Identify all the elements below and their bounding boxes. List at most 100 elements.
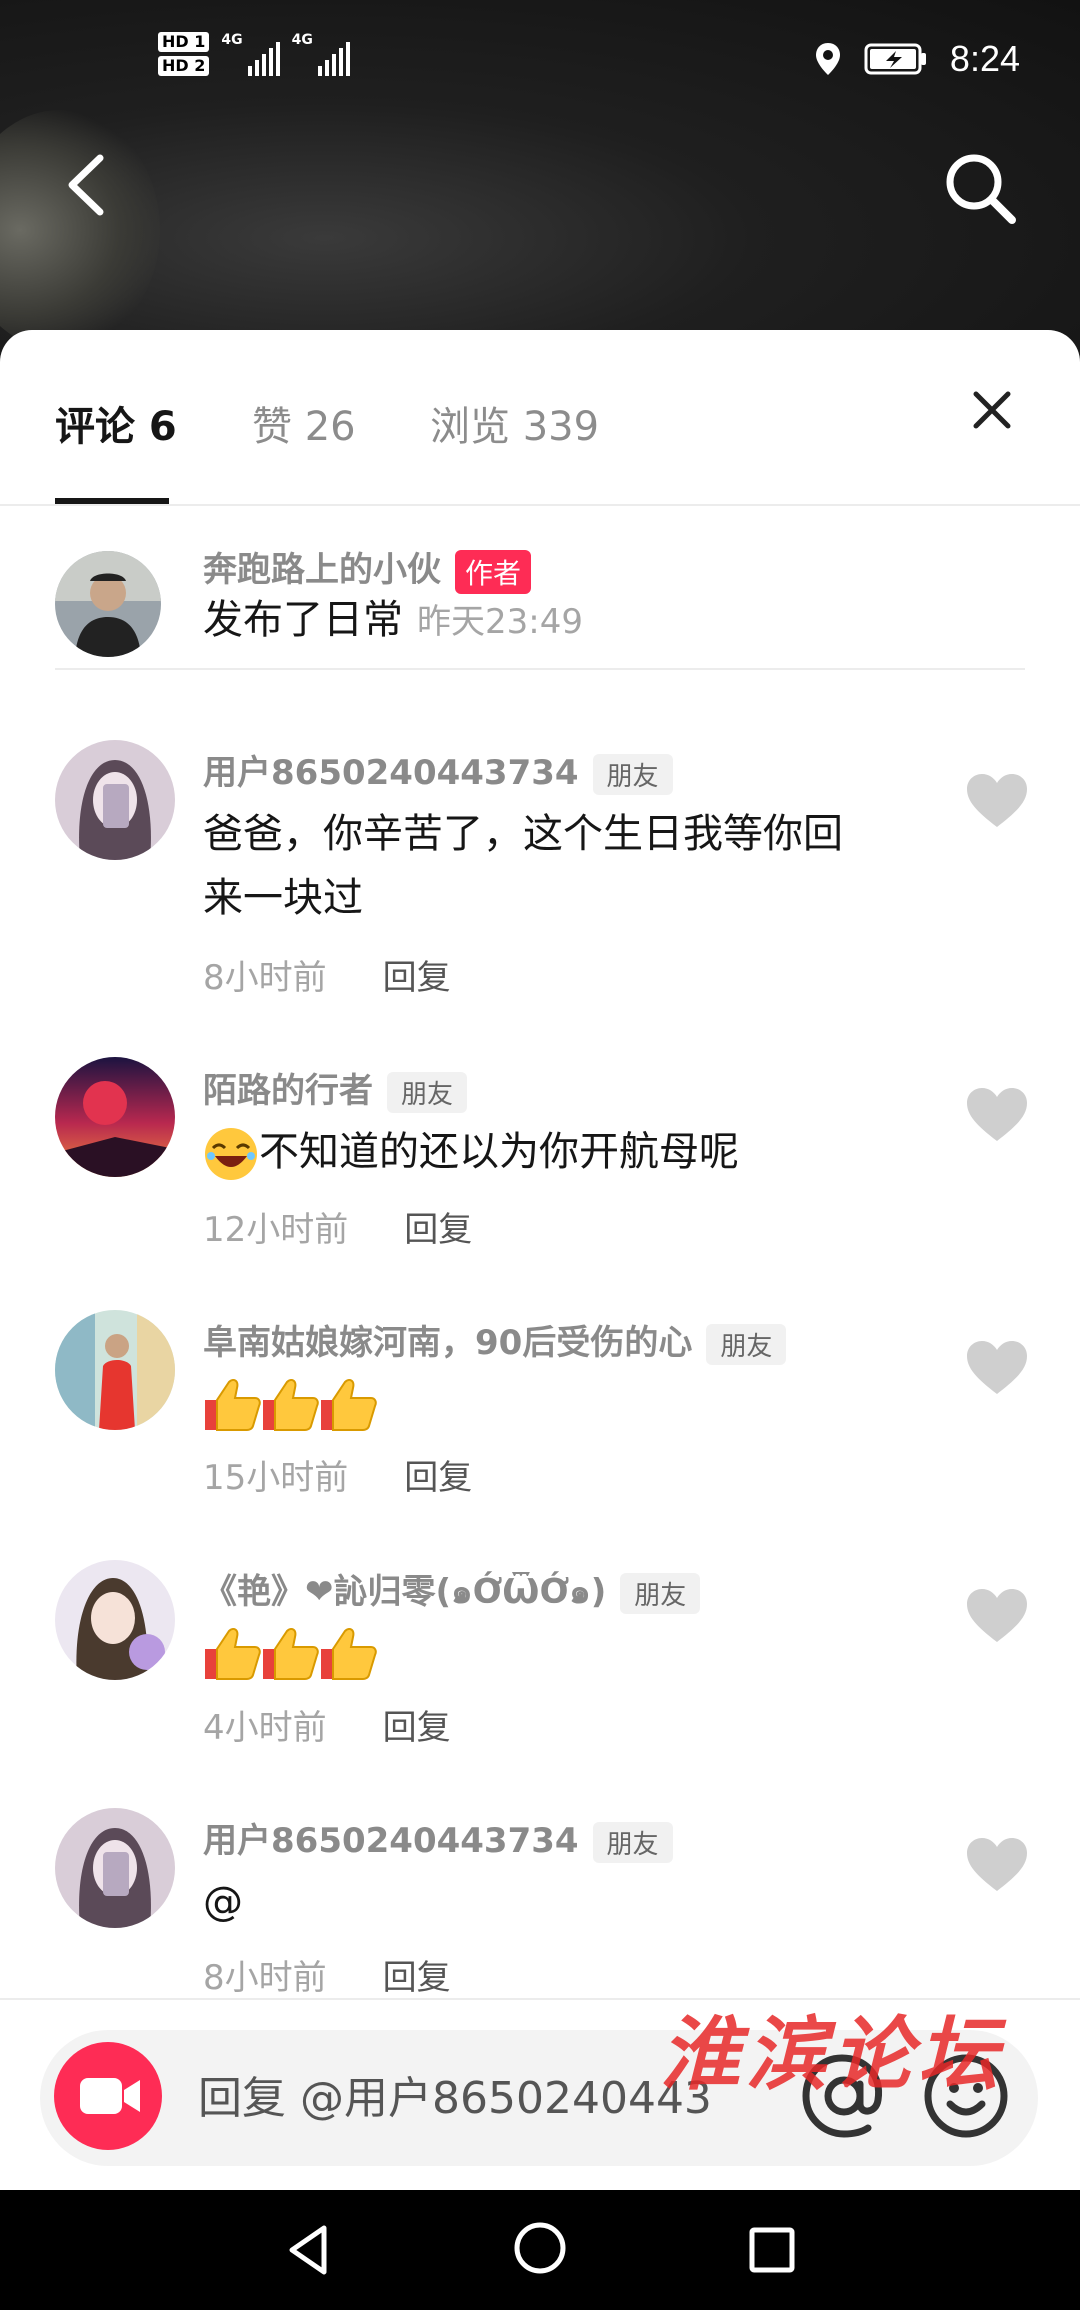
commenter-name[interactable]: 《艳》❤訫归零(๑ỚѾỚ๑) — [203, 1572, 606, 1612]
close-button[interactable] — [970, 388, 1014, 432]
commenter-name[interactable]: 陌路的行者 — [203, 1071, 373, 1111]
friend-badge: 朋友 — [387, 1072, 468, 1113]
commenter-avatar[interactable] — [55, 1808, 175, 1928]
sim1-badge: HD 1 — [158, 32, 210, 52]
comment-text-line-1: 爸爸，你辛苦了，这个生日我等你回 — [203, 811, 843, 857]
commenter-name[interactable]: 用户8650240443734 — [203, 1821, 579, 1861]
battery-charging-icon — [864, 43, 926, 75]
thumbs-up-emoji-icon — [205, 1628, 377, 1680]
nav-recents-button[interactable] — [742, 2220, 802, 2280]
hd-sim-badges: HD 1 HD 2 — [158, 32, 210, 76]
search-button[interactable] — [940, 148, 1020, 228]
chevron-left-icon — [68, 154, 104, 216]
heart-icon — [967, 1589, 1027, 1642]
commenter-name[interactable]: 阜南姑娘嫁河南，90后受伤的心 — [203, 1323, 692, 1363]
author-badge: 作者 — [455, 549, 532, 594]
reply-button[interactable]: 回复 — [383, 950, 451, 999]
status-right: 8:24 — [814, 38, 1020, 80]
reply-button[interactable]: 回复 — [404, 1202, 472, 1251]
forum-watermark: 淮滨论坛 — [660, 2007, 1004, 2101]
status-bar: HD 1 HD 2 4G 4G 8:24 — [0, 0, 1080, 120]
location-icon — [815, 43, 840, 75]
author-post-row: 奔跑路上的小伙 作者 发布了日常 昨天23:49 — [0, 506, 1080, 670]
comment-text-thumbs — [203, 1625, 377, 1700]
heart-icon — [967, 1341, 1027, 1394]
like-button[interactable] — [966, 1837, 1028, 1893]
author-avatar[interactable] — [55, 551, 161, 657]
network-type-2: 4G — [291, 32, 313, 48]
active-tab-indicator — [55, 498, 169, 504]
author-name[interactable]: 奔跑路上的小伙 — [203, 550, 441, 590]
like-button[interactable] — [966, 773, 1028, 829]
search-icon — [946, 154, 1016, 224]
commenter-avatar[interactable] — [55, 1560, 175, 1680]
author-name-line: 奔跑路上的小伙 作者 — [203, 542, 532, 594]
commenter-name[interactable]: 用户8650240443734 — [203, 753, 579, 793]
comment-time: 15小时前 — [203, 1458, 349, 1498]
like-button[interactable] — [966, 1087, 1028, 1143]
reply-button[interactable]: 回复 — [383, 1950, 451, 1999]
friend-badge: 朋友 — [620, 1573, 701, 1614]
comments-sheet: 评论 6 赞 26 浏览 339 奔跑路上的小伙 作者 发布了日常 昨天23:49 — [0, 330, 1080, 2190]
commenter-avatar[interactable] — [55, 1057, 175, 1177]
avatar-image — [55, 1808, 175, 1928]
video-reply-button[interactable] — [54, 2042, 162, 2150]
commenter-name-line: 陌路的行者 朋友 — [203, 1063, 468, 1113]
nav-back-button[interactable] — [280, 2220, 340, 2280]
tab-comments[interactable]: 评论 6 — [55, 394, 177, 452]
system-navigation-bar — [0, 2190, 1080, 2310]
signal-icon-2: 4G — [292, 32, 350, 76]
nav-home-button[interactable] — [510, 2218, 570, 2278]
commenter-name-line: 《艳》❤訫归零(๑ỚѾỚ๑) 朋友 — [203, 1564, 701, 1618]
heart-icon — [967, 1088, 1027, 1141]
comment-time: 12小时前 — [203, 1210, 349, 1250]
comment-meta: 15小时前 回复 — [203, 1450, 472, 1499]
author-post-text: 发布了日常 — [203, 597, 403, 643]
commenter-name-line: 用户8650240443734 朋友 — [203, 1813, 673, 1863]
circle-home-icon — [514, 2222, 566, 2274]
friend-badge: 朋友 — [592, 1822, 673, 1863]
triangle-back-icon — [289, 2225, 327, 2275]
friend-badge: 朋友 — [706, 1324, 787, 1365]
comment-text: 不知道的还以为你开航母呢 — [259, 1129, 739, 1175]
avatar-image — [55, 1310, 175, 1430]
avatar-image — [55, 740, 175, 860]
square-recents-icon — [749, 2227, 795, 2273]
commenter-avatar[interactable] — [55, 1310, 175, 1430]
signal-icon-1: 4G — [221, 32, 280, 76]
tab-views[interactable]: 浏览 339 — [430, 394, 599, 452]
laughing-emoji-icon — [205, 1128, 257, 1180]
comment-input-placeholder[interactable]: 回复 @用户8650240443 — [198, 2062, 712, 2126]
network-type-1: 4G — [221, 32, 243, 48]
author-avatar-image — [55, 551, 161, 657]
reply-button[interactable]: 回复 — [383, 1700, 451, 1749]
heart-icon — [967, 1838, 1027, 1891]
back-button[interactable] — [60, 150, 120, 220]
heart-icon — [967, 774, 1027, 827]
signal-group: HD 1 HD 2 4G 4G — [158, 32, 350, 76]
comment-text-thumbs — [203, 1376, 377, 1451]
reply-button[interactable]: 回复 — [404, 1450, 472, 1499]
comment-text-line: 不知道的还以为你开航母呢 — [203, 1120, 739, 1184]
divider — [55, 668, 1025, 670]
comment-time: 4小时前 — [203, 1708, 327, 1748]
comment-text: 爸爸，你辛苦了，这个生日我等你回 来一块过 — [203, 802, 843, 930]
comment-meta: 8小时前 回复 — [203, 950, 451, 999]
comment-meta: 8小时前 回复 — [203, 1950, 451, 1999]
like-button[interactable] — [966, 1340, 1028, 1396]
commenter-avatar[interactable] — [55, 740, 175, 860]
close-icon — [973, 391, 1011, 429]
tab-likes[interactable]: 赞 26 — [252, 394, 356, 452]
commenter-name-line: 阜南姑娘嫁河南，90后受伤的心 朋友 — [203, 1315, 787, 1365]
comment-text-line-2: 来一块过 — [203, 875, 363, 921]
avatar-image — [55, 1560, 175, 1680]
comment-meta: 4小时前 回复 — [203, 1700, 451, 1749]
video-backdrop-detail — [0, 110, 160, 350]
video-camera-icon — [80, 2078, 140, 2114]
comment-time: 8小时前 — [203, 958, 327, 998]
thumbs-up-emoji-icon — [205, 1379, 377, 1431]
comment-text: @ — [203, 1879, 243, 1925]
friend-badge: 朋友 — [592, 754, 673, 795]
like-button[interactable] — [966, 1588, 1028, 1644]
comment-meta: 12小时前 回复 — [203, 1202, 472, 1251]
